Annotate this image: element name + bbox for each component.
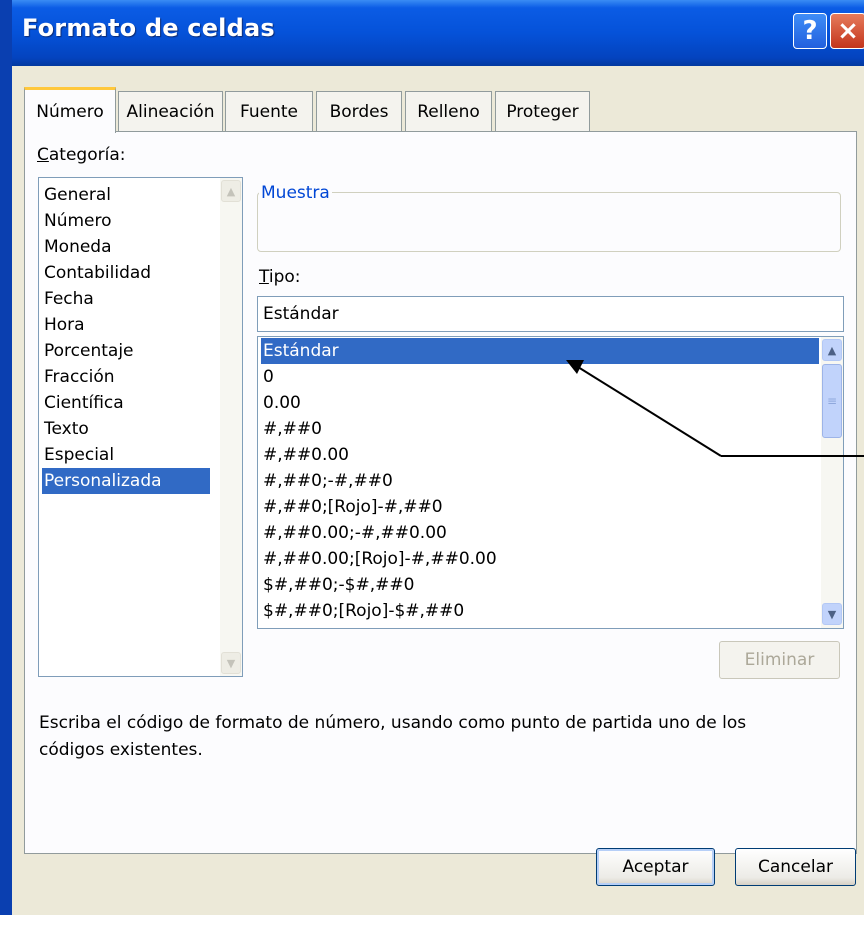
annotation-arrow (566, 360, 864, 457)
annotation-arrow-head (566, 360, 584, 374)
annotation-arrow-diagonal (577, 366, 722, 457)
tab-numero[interactable]: Número (24, 87, 116, 133)
